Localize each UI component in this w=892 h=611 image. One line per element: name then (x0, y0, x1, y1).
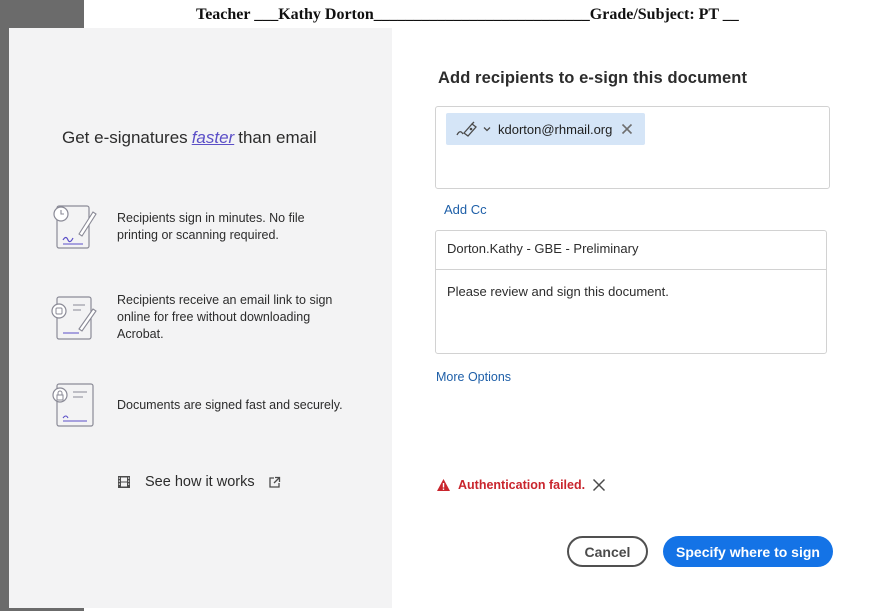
feature-text: Recipients sign in minutes. No file prin… (117, 211, 305, 242)
signer-pen-icon[interactable] (454, 120, 480, 138)
recipients-pane: Add recipients to e-sign this document k… (392, 28, 873, 608)
message-input[interactable]: Please review and sign this document. (436, 270, 826, 313)
document-header-line: Teacher ___Kathy Dorton_________________… (196, 6, 739, 23)
close-icon[interactable] (592, 478, 606, 492)
error-text: Authentication failed. (458, 478, 586, 492)
feature-text: Documents are signed fast and securely. (117, 397, 343, 412)
clock-pen-document-icon (53, 205, 97, 249)
external-link-icon (268, 476, 280, 488)
feature-text: Recipients receive an email link to sign… (117, 293, 333, 341)
email-document-icon (51, 295, 97, 340)
feature-item: Recipients receive an email link to sign… (49, 292, 347, 343)
specify-where-to-sign-button[interactable]: Specify where to sign (663, 536, 833, 567)
promo-title: Get e-signatures faster than email (62, 128, 317, 147)
promo-pane: Get e-signatures faster than email Recipie… (9, 28, 392, 608)
remove-recipient-icon[interactable] (621, 123, 633, 135)
faster-emphasis: faster (191, 128, 235, 147)
chevron-down-icon[interactable] (482, 124, 492, 134)
e-sign-dialog: Get e-signatures faster than email Recipie… (9, 28, 873, 608)
see-how-label: See how it works (145, 474, 255, 490)
film-icon (118, 476, 130, 488)
more-options-link[interactable]: More Options (436, 370, 511, 384)
see-how-it-works-link[interactable]: See how it works (117, 474, 281, 490)
recipient-email: kdorton@rhmail.org (498, 121, 613, 137)
lock-document-icon (52, 383, 94, 427)
cancel-button[interactable]: Cancel (567, 536, 648, 567)
warning-icon (437, 479, 450, 491)
add-cc-link[interactable]: Add Cc (444, 202, 487, 217)
recipients-field[interactable]: kdorton@rhmail.org (435, 106, 830, 189)
recipient-chip[interactable]: kdorton@rhmail.org (446, 113, 645, 145)
message-fields: Dorton.Kathy - GBE - Preliminary Please … (435, 230, 827, 354)
feature-item: Recipients sign in minutes. No file prin… (49, 202, 347, 252)
subject-input[interactable]: Dorton.Kathy - GBE - Preliminary (436, 231, 826, 270)
feature-item: Documents are signed fast and securely. (49, 380, 347, 430)
dialog-title: Add recipients to e-sign this document (438, 69, 748, 87)
error-message: Authentication failed. (436, 478, 606, 492)
